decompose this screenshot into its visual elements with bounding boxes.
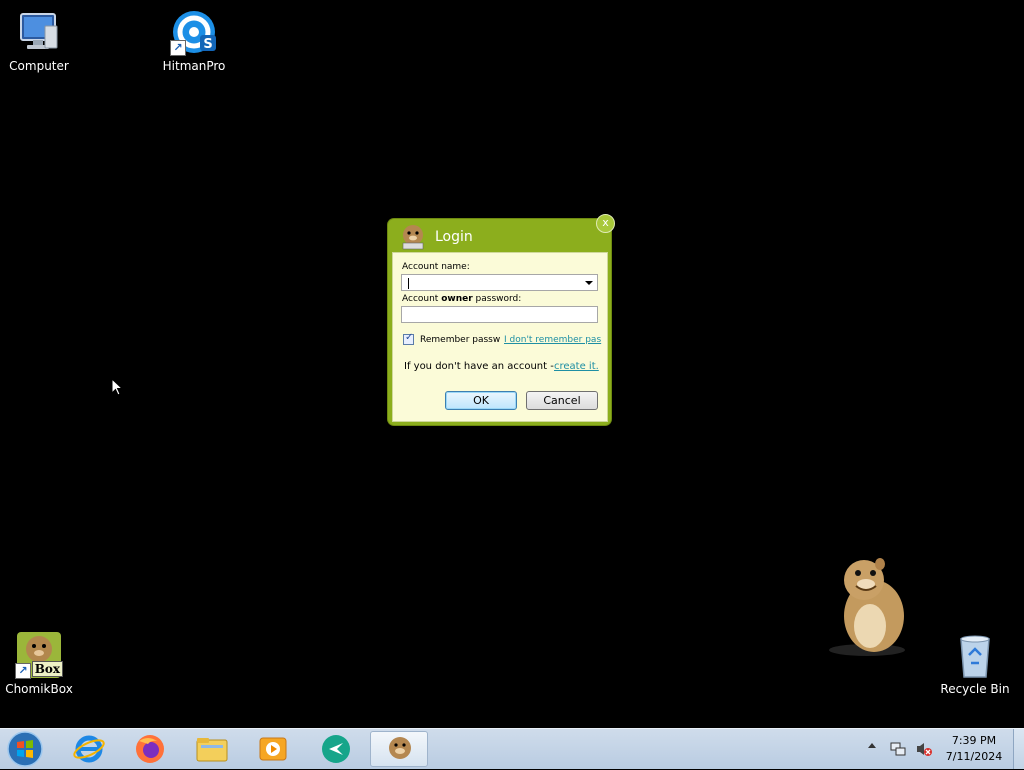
svg-text:S: S — [203, 37, 212, 52]
desktop-icon-label: HitmanPro — [162, 59, 226, 73]
password-label: Account owner password: — [402, 294, 521, 304]
chrome-remote-icon — [322, 735, 350, 763]
box-badge: Box — [31, 661, 63, 677]
dialog-title: Login — [435, 229, 473, 245]
remember-password-checkbox[interactable] — [403, 332, 414, 345]
desktop-icon-computer[interactable]: Computer — [0, 8, 84, 73]
close-button[interactable]: x — [596, 214, 615, 233]
chomikbox-logo-icon — [400, 224, 426, 250]
system-clock[interactable]: 7:39 PM 7/11/2024 — [940, 733, 1008, 765]
password-field[interactable] — [401, 306, 598, 323]
file-explorer-icon — [196, 738, 228, 762]
create-account-link[interactable]: create it. — [554, 361, 599, 372]
show-hidden-icons-button[interactable] — [868, 743, 876, 748]
internet-explorer-icon — [73, 735, 105, 763]
password-label-suffix: password: — [475, 294, 522, 304]
mouse-cursor — [111, 377, 124, 400]
clock-time: 7:39 PM — [951, 734, 997, 747]
chomikbox-icon: ↗ Box — [15, 631, 63, 679]
desktop-icon-recycle-bin[interactable]: Recycle Bin — [930, 631, 1020, 696]
hamster-mascot[interactable] — [822, 554, 912, 658]
network-icon[interactable] — [890, 741, 906, 760]
password-label-prefix: Account — [402, 294, 439, 304]
taskbar: 7:39 PM 7/11/2024 — [0, 728, 1024, 769]
start-button[interactable] — [6, 731, 44, 767]
shortcut-arrow-icon: ↗ — [170, 40, 186, 56]
desktop-icon-label: Computer — [9, 59, 69, 73]
forgot-password-link[interactable]: I don't remember pas — [504, 335, 601, 345]
hitmanpro-icon: S ↗ — [170, 8, 218, 56]
desktop-icon-chomikbox[interactable]: ↗ Box ChomikBox — [0, 631, 84, 696]
shortcut-arrow-icon: ↗ — [15, 663, 31, 679]
firefox-icon — [136, 735, 164, 763]
account-name-label: Account name: — [402, 262, 470, 272]
remember-password-label: Remember passw — [420, 335, 501, 345]
password-label-bold: owner — [441, 294, 473, 304]
computer-icon — [15, 8, 63, 56]
recycle-bin-icon — [951, 631, 999, 679]
taskbar-file-explorer[interactable] — [183, 731, 241, 767]
show-desktop-button[interactable] — [1013, 729, 1024, 769]
clock-date: 7/11/2024 — [945, 750, 1003, 763]
taskbar-internet-explorer[interactable] — [60, 731, 118, 767]
ok-button[interactable]: OK — [445, 391, 517, 410]
volume-muted-icon[interactable] — [915, 741, 933, 760]
taskbar-remote-app[interactable] — [307, 731, 365, 767]
cancel-button[interactable]: Cancel — [526, 391, 598, 410]
no-account-text: If you don't have an account - — [404, 361, 554, 372]
chomikbox-icon — [389, 737, 411, 759]
text-caret — [408, 278, 409, 289]
account-name-combobox[interactable] — [401, 274, 598, 291]
taskbar-chomikbox[interactable] — [370, 731, 428, 767]
desktop-icon-hitmanpro[interactable]: S ↗ HitmanPro — [149, 8, 239, 73]
login-dialog: Login x Account name: Account owner pass… — [388, 214, 615, 425]
desktop-icon-label: Recycle Bin — [940, 682, 1010, 696]
taskbar-firefox[interactable] — [121, 731, 179, 767]
dialog-body: Account name: Account owner password: Re… — [392, 252, 608, 422]
media-player-icon — [259, 737, 287, 761]
desktop-icon-label: ChomikBox — [5, 682, 73, 696]
chevron-down-icon[interactable] — [585, 281, 593, 285]
taskbar-media-player[interactable] — [244, 731, 302, 767]
windows-start-icon — [7, 731, 43, 767]
